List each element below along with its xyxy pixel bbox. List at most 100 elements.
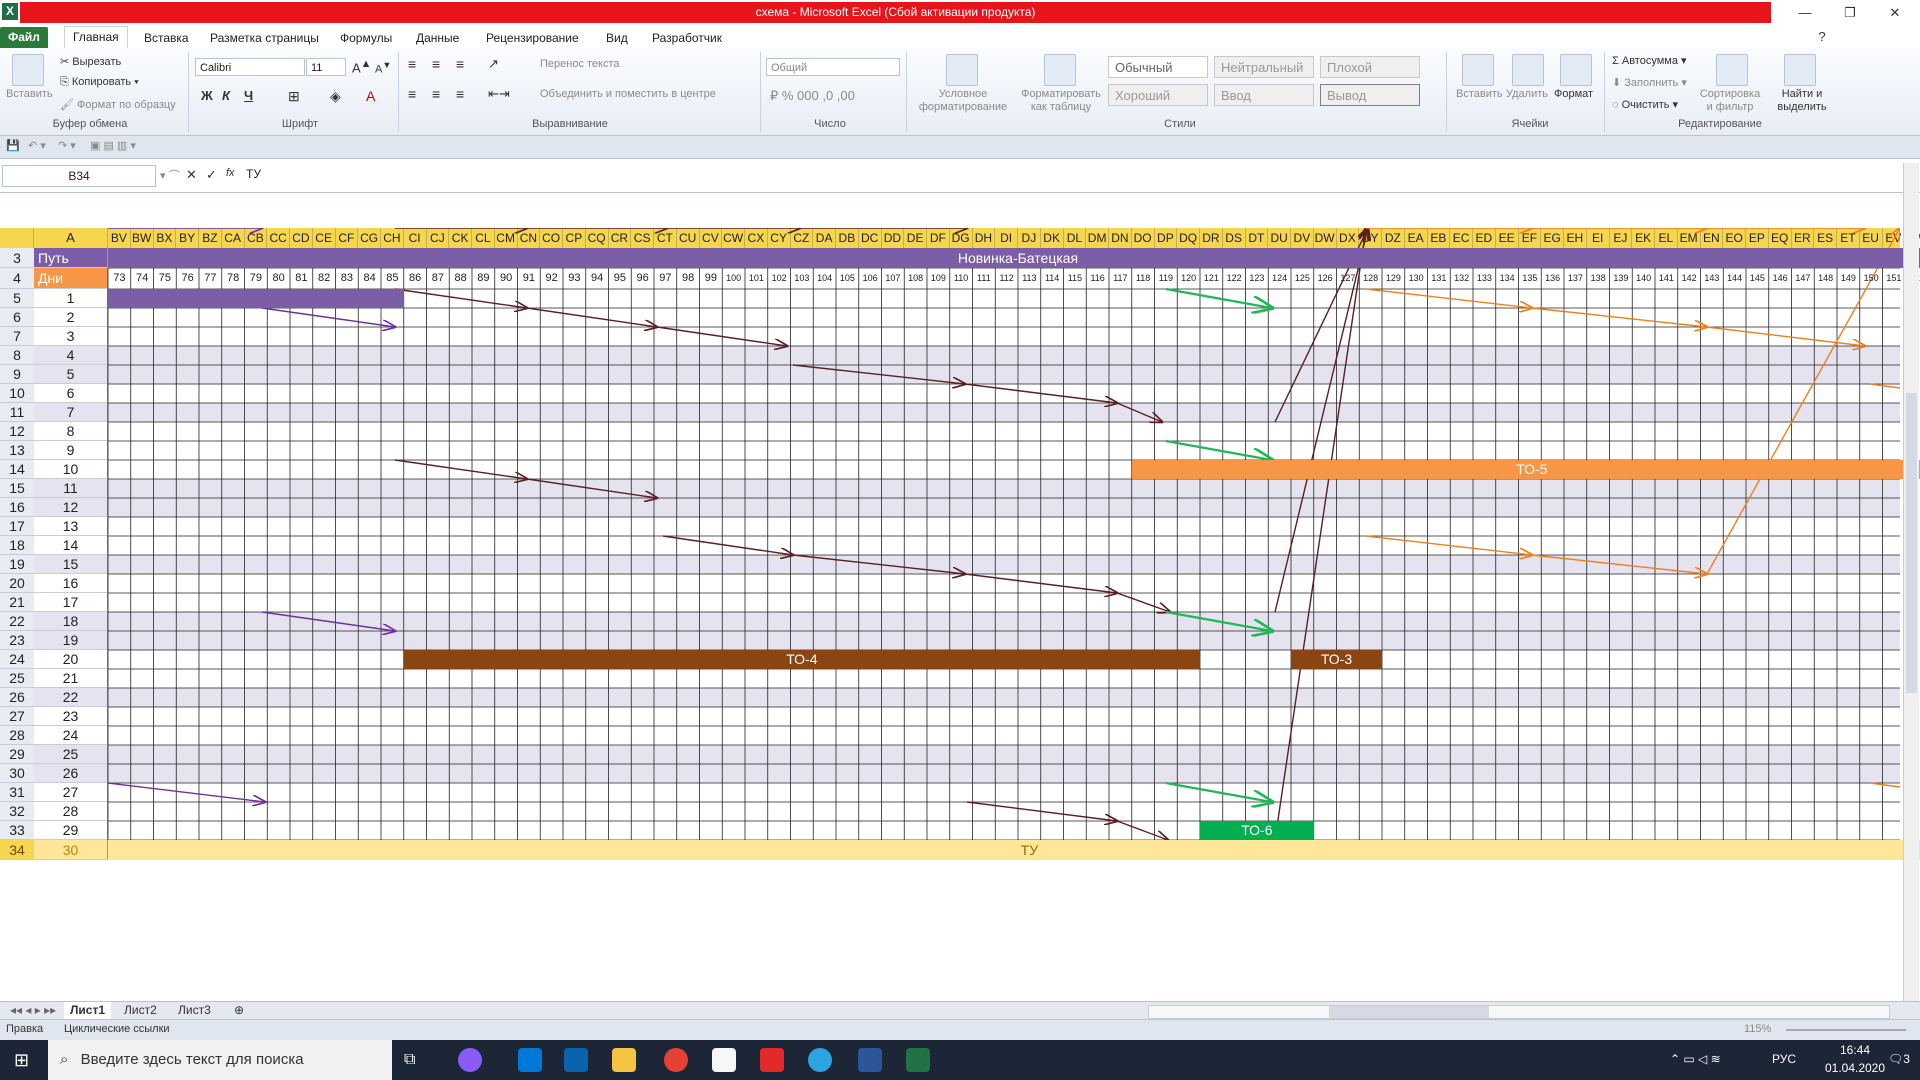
day-number-cell[interactable]: 77 xyxy=(199,268,222,289)
orientation-icon[interactable]: ↗ xyxy=(488,56,499,72)
insert-function-icon[interactable]: fx xyxy=(226,167,235,179)
close-icon[interactable]: ✕ xyxy=(1875,2,1915,23)
task-view-icon[interactable]: ⧉ xyxy=(404,1051,415,1069)
day-number-cell[interactable]: 74 xyxy=(131,268,154,289)
status-circular[interactable]: Циклические ссылки xyxy=(64,1023,170,1035)
insert-cells-icon[interactable] xyxy=(1462,54,1494,86)
paste-button[interactable]: Вставить xyxy=(6,88,53,100)
block-row5-purple[interactable] xyxy=(108,289,404,308)
horizontal-scroll-thumb[interactable] xyxy=(1329,1006,1489,1018)
day-number-cell[interactable]: 106 xyxy=(859,268,882,289)
language-indicator[interactable]: РУС xyxy=(1772,1052,1796,1066)
day-number-cell[interactable]: 107 xyxy=(882,268,905,289)
tab-view[interactable]: Вид xyxy=(598,28,636,48)
day-number-cell[interactable]: 80 xyxy=(267,268,290,289)
day-number-cell[interactable]: 108 xyxy=(904,268,927,289)
tab-formulas[interactable]: Формулы xyxy=(332,28,400,48)
tab-insert[interactable]: Вставка xyxy=(136,28,197,48)
number-format-select[interactable]: Общий xyxy=(766,58,900,76)
conditional-format-button[interactable]: Условное форматирование xyxy=(910,88,1016,114)
day-number-cell[interactable]: 129 xyxy=(1382,268,1405,289)
day-number-cell[interactable]: 98 xyxy=(677,268,700,289)
explorer-icon[interactable] xyxy=(612,1048,636,1072)
day-number-cell[interactable]: 85 xyxy=(381,268,404,289)
day-number-cell[interactable]: 102 xyxy=(768,268,791,289)
fill-button[interactable]: ⬇ Заполнить ▾ xyxy=(1612,76,1687,89)
find-select-icon[interactable] xyxy=(1784,54,1816,86)
borders-icon[interactable]: ⊞ xyxy=(288,88,300,105)
day-number-cell[interactable]: 126 xyxy=(1314,268,1337,289)
day-number-cell[interactable]: 151 xyxy=(1883,268,1906,289)
day-number-cell[interactable]: 94 xyxy=(586,268,609,289)
day-number-cell[interactable]: 113 xyxy=(1018,268,1041,289)
save-icon[interactable]: 💾 xyxy=(6,139,20,152)
chrome-icon[interactable] xyxy=(664,1048,688,1072)
excel-taskbar-icon[interactable] xyxy=(906,1048,930,1072)
name-box[interactable]: B34 xyxy=(2,165,156,187)
day-number-cell[interactable]: 122 xyxy=(1223,268,1246,289)
day-number-cell[interactable]: 110 xyxy=(950,268,973,289)
day-number-cell[interactable]: 130 xyxy=(1405,268,1428,289)
day-number-cell[interactable]: 120 xyxy=(1177,268,1200,289)
style-input[interactable]: Ввод xyxy=(1214,84,1314,106)
day-number-cell[interactable]: 141 xyxy=(1655,268,1678,289)
day-number-cell[interactable]: 76 xyxy=(176,268,199,289)
vertical-scrollbar[interactable] xyxy=(1903,163,1919,1001)
tab-data[interactable]: Данные xyxy=(408,28,467,48)
grow-font-icon[interactable]: A▲ xyxy=(352,58,371,75)
tab-file[interactable]: Файл xyxy=(0,27,48,48)
clock-date[interactable]: 01.04.2020 xyxy=(1818,1061,1892,1075)
restore-icon[interactable]: ❐ xyxy=(1830,2,1870,23)
day-number-cell[interactable]: 127 xyxy=(1337,268,1360,289)
day-number-cell[interactable]: 81 xyxy=(290,268,313,289)
align-left-icon[interactable]: ≡ xyxy=(408,86,416,102)
day-number-cell[interactable]: 140 xyxy=(1632,268,1655,289)
worksheet-grid[interactable]: A BV BW BX BY BZ CA CB CC CD CE CF CG CH CI CJ CK CL CM CN C… xyxy=(0,228,1920,1001)
day-number-cell[interactable]: 145 xyxy=(1746,268,1769,289)
cut-button[interactable]: ✂ Вырезать xyxy=(60,55,121,68)
day-number-cell[interactable]: 124 xyxy=(1268,268,1291,289)
font-name-select[interactable]: Calibri xyxy=(195,58,305,76)
day-number-cell[interactable]: 100 xyxy=(722,268,745,289)
day-number-cell[interactable]: 93 xyxy=(563,268,586,289)
sheet-tab-3[interactable]: Лист3 xyxy=(172,1002,217,1019)
day-number-cell[interactable]: 147 xyxy=(1792,268,1815,289)
day-number-cell[interactable]: 95 xyxy=(609,268,632,289)
delete-cells-icon[interactable] xyxy=(1512,54,1544,86)
wrap-text-button[interactable]: Перенос текста xyxy=(540,58,620,70)
to3-bar[interactable]: ТО-3 xyxy=(1291,650,1382,669)
undo-icon[interactable]: ↶ ▾ xyxy=(28,139,46,152)
day-number-cell[interactable]: 104 xyxy=(813,268,836,289)
day-number-cell[interactable]: 90 xyxy=(495,268,518,289)
day-number-cell[interactable]: 92 xyxy=(540,268,563,289)
style-output[interactable]: Вывод xyxy=(1320,84,1420,106)
day-number-cell[interactable]: 112 xyxy=(995,268,1018,289)
day-number-cell[interactable]: 138 xyxy=(1587,268,1610,289)
tray-icons[interactable]: ⌃ ▭ ◁ ≋ xyxy=(1670,1052,1721,1066)
style-neutral[interactable]: Нейтральный xyxy=(1214,56,1314,78)
vertical-scroll-thumb[interactable] xyxy=(1906,393,1917,693)
edge-icon[interactable] xyxy=(518,1048,542,1072)
align-center-icon[interactable]: ≡ xyxy=(432,86,440,102)
yandex-icon[interactable] xyxy=(760,1048,784,1072)
style-bad[interactable]: Плохой xyxy=(1320,56,1420,78)
sheet-tab-2[interactable]: Лист2 xyxy=(118,1002,163,1019)
format-cells-icon[interactable] xyxy=(1560,54,1592,86)
day-number-cell[interactable]: 118 xyxy=(1132,268,1155,289)
day-number-cell[interactable]: 79 xyxy=(245,268,268,289)
day-number-cell[interactable]: 111 xyxy=(973,268,996,289)
namebox-dropdown-icon[interactable]: ▾ ⌒ xyxy=(160,167,180,183)
day-number-cell[interactable]: 146 xyxy=(1769,268,1792,289)
tab-review[interactable]: Рецензирование xyxy=(478,28,587,48)
day-number-cell[interactable]: 114 xyxy=(1041,268,1064,289)
day-number-cell[interactable]: 99 xyxy=(700,268,723,289)
format-painter-button[interactable]: 🖌 Формат по образцу xyxy=(60,98,176,111)
day-number-cell[interactable]: 144 xyxy=(1723,268,1746,289)
day-number-cell[interactable]: 82 xyxy=(313,268,336,289)
align-top-icon[interactable]: ≡ xyxy=(408,56,416,72)
day-number-cell[interactable]: 83 xyxy=(336,268,359,289)
day-number-cell[interactable]: 103 xyxy=(791,268,814,289)
day-number-cell[interactable]: 96 xyxy=(631,268,654,289)
alice-icon[interactable] xyxy=(458,1048,482,1072)
sort-filter-button[interactable]: Сортировка и фильтр xyxy=(1696,88,1764,114)
